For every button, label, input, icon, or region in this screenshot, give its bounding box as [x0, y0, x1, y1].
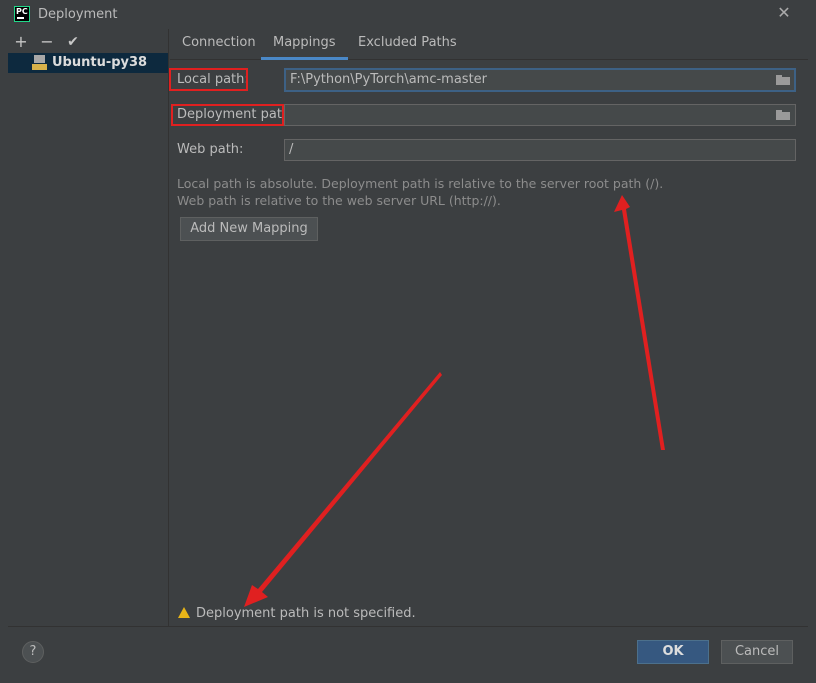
hint-line-1: Local path is absolute. Deployment path … [177, 176, 664, 191]
browse-folder-icon[interactable] [776, 75, 790, 85]
window-title: Deployment [38, 7, 118, 22]
cancel-button[interactable]: Cancel [721, 640, 793, 664]
web-path-field[interactable]: / [284, 139, 796, 161]
tab-mappings[interactable]: Mappings [261, 29, 348, 60]
local-path-field[interactable]: F:\Python\PyTorch\amc-master [284, 68, 796, 92]
title-bar: PC Deployment ✕ [0, 0, 816, 29]
annotation-arrow-down [244, 372, 442, 607]
server-item-ubuntu-py38[interactable]: Ubuntu-py38 [8, 53, 168, 73]
deployment-path-field[interactable] [284, 104, 796, 126]
dialog-button-bar: ? OK Cancel [8, 626, 808, 676]
warning-icon [178, 607, 190, 618]
sftp-server-icon [32, 55, 47, 71]
pycharm-app-icon: PC [14, 6, 30, 22]
add-server-button[interactable]: + [11, 32, 31, 52]
web-path-value: / [289, 142, 294, 157]
set-default-server-button[interactable]: ✔ [63, 32, 83, 52]
add-new-mapping-button[interactable]: Add New Mapping [180, 217, 318, 241]
remove-server-button[interactable]: − [37, 32, 57, 52]
local-path-value: F:\Python\PyTorch\amc-master [290, 72, 488, 87]
web-path-label: Web path: [177, 142, 244, 157]
tab-bar: Connection Mappings Excluded Paths [170, 29, 808, 60]
server-toolbar: + − ✔ [8, 31, 168, 53]
ok-button[interactable]: OK [637, 640, 709, 664]
close-icon[interactable]: ✕ [776, 5, 792, 21]
tab-excluded-paths[interactable]: Excluded Paths [358, 29, 457, 59]
annotation-box-deployment-path [171, 104, 284, 126]
deployment-dialog: PC Deployment ✕ + − ✔ Ubuntu-py38 Connec… [0, 0, 816, 683]
annotation-arrow-up [614, 195, 665, 450]
server-item-label: Ubuntu-py38 [52, 55, 148, 70]
warning-message: Deployment path is not specified. [178, 606, 416, 621]
tab-connection[interactable]: Connection [182, 29, 256, 59]
browse-folder-icon[interactable] [776, 110, 790, 120]
warning-text: Deployment path is not specified. [196, 606, 416, 621]
server-list-panel: + − ✔ Ubuntu-py38 [8, 29, 169, 626]
hint-line-2: Web path is relative to the web server U… [177, 193, 501, 208]
help-button[interactable]: ? [22, 641, 44, 663]
annotation-box-local-path [169, 68, 248, 91]
